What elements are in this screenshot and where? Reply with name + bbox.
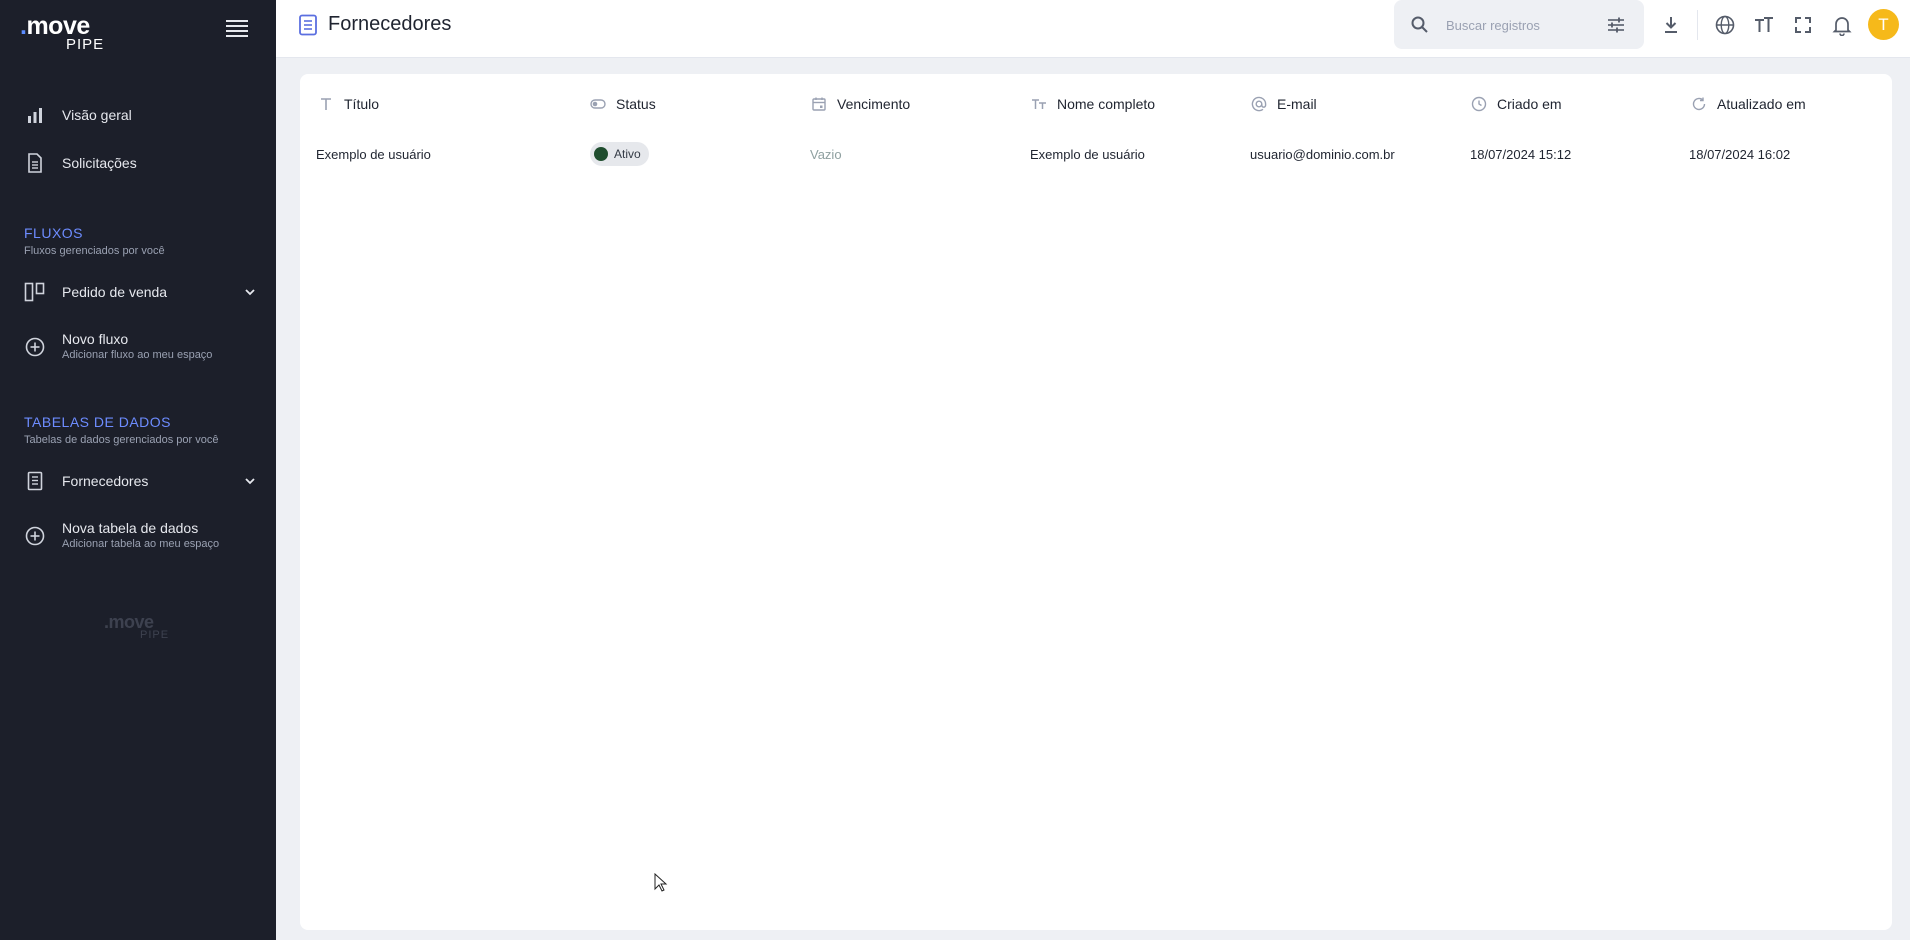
status-badge-label: Ativo [614, 147, 641, 161]
calendar-icon [812, 97, 826, 111]
cell-email[interactable]: usuario@dominio.com.br [1250, 142, 1395, 166]
chevron-down-icon[interactable] [242, 473, 258, 489]
text-icon [321, 98, 331, 110]
cell-criado-em[interactable]: 18/07/2024 15:12 [1470, 142, 1571, 166]
toolbar-divider [1697, 10, 1698, 40]
sidebar-item-label: Nova tabela de dados [62, 520, 199, 536]
mouse-cursor-icon [654, 873, 668, 892]
section-title-tabelas: TABELAS DE DADOS [24, 414, 172, 430]
sidebar-item-label: Pedido de venda [62, 284, 168, 300]
column-header-titulo[interactable]: Título [318, 92, 379, 116]
column-header-label: Status [616, 96, 656, 112]
section-title-fluxos: FLUXOS [24, 225, 84, 241]
sidebar-item-sublabel: Adicionar fluxo ao meu espaço [62, 349, 213, 361]
bar-chart-icon [24, 104, 46, 126]
data-table: Título Status Vencimento Nome completo E… [300, 74, 1892, 930]
sidebar-item-label: Fornecedores [62, 473, 149, 489]
logo-sub: PIPE [66, 36, 105, 53]
column-header-label: Título [344, 96, 380, 112]
download-icon[interactable] [1660, 14, 1682, 36]
column-header-label: Atualizado em [1717, 96, 1806, 112]
font-size-icon [1032, 99, 1046, 109]
bell-icon[interactable] [1831, 14, 1853, 36]
status-dot [594, 147, 608, 161]
font-size-icon[interactable] [1753, 14, 1775, 36]
search-box [1394, 0, 1644, 49]
kanban-icon [24, 281, 46, 303]
filter-sliders-icon[interactable] [1606, 15, 1626, 35]
sidebar-item-visao-geral[interactable]: Visão geral [0, 95, 276, 135]
page-title: Fornecedores [328, 13, 452, 35]
column-header-email[interactable]: E-mail [1251, 92, 1317, 116]
column-header-criado-em[interactable]: Criado em [1471, 92, 1562, 116]
column-header-status[interactable]: Status [590, 92, 656, 116]
toggle-icon [590, 99, 606, 109]
move-pipe-logo[interactable]: .move PIPE [20, 12, 110, 53]
footer-logo: .move PIPE [104, 612, 170, 641]
column-header-nome-completo[interactable]: Nome completo [1031, 92, 1155, 116]
sidebar-item-label: Novo fluxo [62, 331, 129, 347]
column-header-label: Nome completo [1057, 96, 1156, 112]
fullscreen-icon[interactable] [1792, 14, 1814, 36]
sidebar-item-nova-tabela[interactable]: Nova tabela de dados Adicionar tabela ao… [0, 514, 276, 558]
document-icon [24, 152, 46, 174]
globe-icon[interactable] [1714, 14, 1736, 36]
menu-toggle-icon[interactable] [226, 20, 248, 38]
refresh-icon [1692, 97, 1706, 111]
document-icon [24, 470, 46, 492]
cell-atualizado-em[interactable]: 18/07/2024 16:02 [1689, 142, 1790, 166]
sidebar-item-sublabel: Adicionar tabela ao meu espaço [62, 538, 220, 550]
cell-status: Ativo [590, 142, 649, 166]
column-header-label: Vencimento [837, 96, 911, 112]
sidebar-item-label: Solicitações [62, 155, 137, 171]
sidebar-item-novo-fluxo[interactable]: Novo fluxo Adicionar fluxo ao meu espaço [0, 325, 276, 369]
search-icon[interactable] [1410, 15, 1430, 35]
plus-circle-icon [24, 525, 46, 547]
table-document-icon [299, 14, 317, 36]
cell-titulo[interactable]: Exemplo de usuário [316, 142, 431, 166]
column-header-label: E-mail [1277, 96, 1317, 112]
sidebar-item-pedido-de-venda[interactable]: Pedido de venda [0, 272, 276, 312]
column-header-label: Criado em [1497, 96, 1562, 112]
chevron-down-icon[interactable] [242, 284, 258, 300]
section-subtitle-fluxos: Fluxos gerenciados por você [24, 245, 165, 257]
column-header-vencimento[interactable]: Vencimento [811, 92, 910, 116]
sidebar-item-solicitacoes[interactable]: Solicitações [0, 143, 276, 183]
topbar: Fornecedores T [276, 0, 1910, 58]
at-icon [1251, 96, 1267, 112]
cell-nome-completo[interactable]: Exemplo de usuário [1030, 142, 1145, 166]
search-input[interactable] [1446, 13, 1596, 37]
sidebar-item-fornecedores[interactable]: Fornecedores [0, 461, 276, 501]
clock-icon [1471, 96, 1487, 112]
sidebar-item-label: Visão geral [62, 107, 132, 123]
avatar[interactable]: T [1868, 9, 1899, 40]
plus-circle-icon [24, 336, 46, 358]
section-subtitle-tabelas: Tabelas de dados gerenciados por você [24, 434, 219, 446]
cell-vencimento[interactable]: Vazio [810, 142, 842, 166]
sidebar: .move PIPE Visão geral Solicitações FLUX… [0, 0, 276, 940]
status-badge[interactable]: Ativo [590, 142, 649, 166]
column-header-atualizado-em[interactable]: Atualizado em [1691, 92, 1806, 116]
footer-logo-sub: PIPE [140, 629, 170, 641]
